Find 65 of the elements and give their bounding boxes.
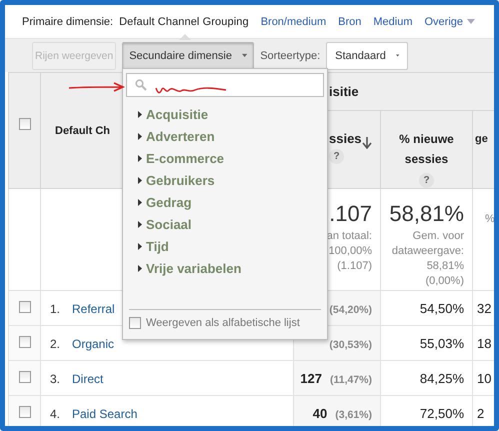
dimension-category[interactable]: E-commerce	[138, 147, 224, 169]
checkbox[interactable]	[18, 336, 30, 348]
dimension-link[interactable]: Bron/medium	[260, 16, 326, 28]
annotation-arrow	[68, 82, 126, 92]
dimension-category[interactable]: Adverteren	[138, 125, 215, 147]
dimension-category[interactable]: Sociaal	[138, 213, 192, 235]
row-number: 1.	[49, 302, 62, 316]
total-value: .107	[328, 200, 372, 228]
table-cell: 2	[477, 406, 484, 420]
dimension-category[interactable]: Gebruikers	[138, 169, 215, 191]
checkbox[interactable]	[18, 118, 30, 130]
checkbox[interactable]	[18, 300, 30, 312]
sort-type-dropdown[interactable]: Standaard	[326, 42, 408, 70]
dimension-category[interactable]: Vrije variabelen	[138, 257, 242, 279]
caret-icon	[242, 53, 248, 58]
secondary-dimension-dropdown[interactable]: Secundaire dimensie	[122, 42, 254, 70]
session-count: 127	[300, 370, 322, 386]
total-note: dataweergave:	[390, 244, 464, 259]
row-link[interactable]: Paid Search	[72, 406, 138, 420]
total-note: Gem. voor	[412, 229, 464, 244]
total-note: 100,00%	[328, 244, 372, 259]
dimension-link[interactable]: Overige	[424, 16, 476, 28]
checkbox[interactable]	[18, 370, 30, 382]
help-icon[interactable]: ?	[329, 149, 344, 164]
checkbox-label: Weergeven als alfabetische lijst	[146, 317, 300, 329]
session-count: 40	[312, 406, 328, 420]
session-share: (30,53%)	[329, 338, 372, 350]
column-header: Default Ch	[55, 125, 110, 137]
row-number: 3.	[49, 372, 62, 386]
checkbox[interactable]	[18, 406, 30, 418]
table-cell: 55,03%	[420, 336, 464, 350]
row-link[interactable]: Organic	[72, 336, 114, 350]
total-note: (0,00%)	[424, 274, 464, 289]
table-cell: 18	[477, 336, 492, 350]
dimension-category[interactable]: Gedrag	[138, 191, 192, 213]
session-share: (54,20%)	[329, 304, 372, 316]
help-icon[interactable]: ?	[419, 173, 434, 188]
dimension-category[interactable]: Tijd	[138, 235, 169, 257]
table-cell: 54,50%	[420, 300, 464, 316]
column-header[interactable]: ssies	[329, 129, 362, 149]
row-number: 4.	[49, 406, 62, 420]
row-number: 2.	[49, 336, 62, 350]
table-cell: 10	[477, 370, 492, 386]
dimension-link[interactable]: Bron	[338, 16, 362, 28]
column-header[interactable]: % nieuwe sessies	[397, 129, 456, 169]
dimension-category[interactable]: Acquisitie	[138, 103, 208, 125]
sort-label: Sorteertype:	[260, 50, 320, 62]
search-icon	[135, 79, 147, 91]
table-cell: 72,50%	[420, 406, 464, 420]
total-note: (1.107)	[336, 259, 372, 274]
caret-icon	[467, 19, 476, 24]
table-cell: 32	[477, 300, 492, 316]
session-share: (3,61%)	[335, 408, 372, 420]
session-share: (11,47%)	[330, 374, 372, 386]
checkbox[interactable]	[129, 317, 141, 329]
row-link[interactable]: Direct	[72, 372, 104, 386]
total-note: 58,81%	[426, 259, 464, 274]
group-header: isitie	[329, 84, 359, 99]
row-link[interactable]: Referral	[72, 302, 115, 316]
search-field[interactable]	[126, 73, 324, 97]
column-header[interactable]: ge	[475, 129, 488, 149]
total-value: 58,81%	[388, 200, 464, 228]
dimension-link[interactable]: Medium	[373, 16, 412, 28]
table-cell: 84,25%	[420, 370, 464, 386]
dimension-label: Primaire dimensie:	[22, 16, 114, 28]
